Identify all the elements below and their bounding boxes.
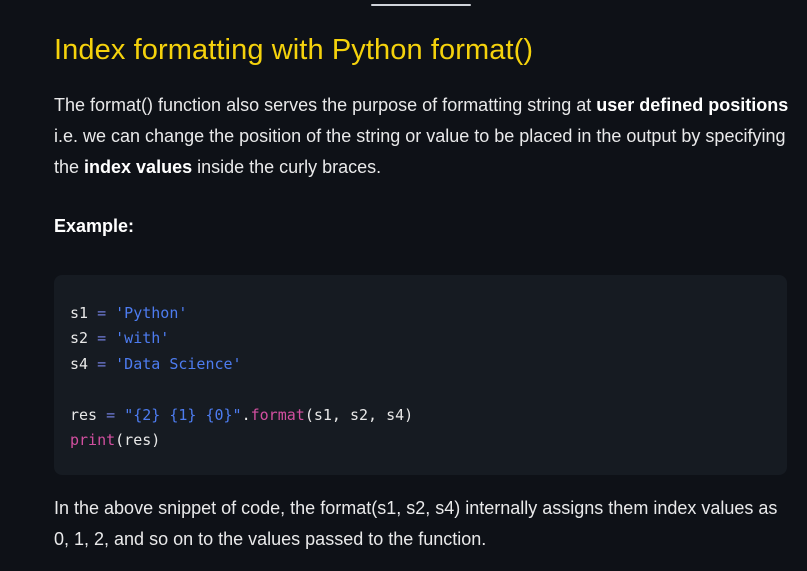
code-string: 'Data Science' <box>115 354 242 373</box>
intro-bold-2: index values <box>84 157 193 177</box>
code-block[interactable]: s1 = 'Python' s2 = 'with' s4 = 'Data Sci… <box>54 275 787 475</box>
code-content: s1 = 'Python' s2 = 'with' s4 = 'Data Sci… <box>70 301 413 453</box>
section-heading: Index formatting with Python format() <box>54 34 534 66</box>
code-operator: = <box>106 405 116 424</box>
code-operator: = <box>97 304 107 322</box>
code-string: 'with' <box>115 329 170 348</box>
code-function: print <box>70 431 116 450</box>
code-dot: . <box>241 405 251 424</box>
top-divider <box>371 4 471 6</box>
example-label: Example: <box>54 216 135 236</box>
code-var: s2 <box>70 329 89 348</box>
code-string: "{2} {1} {0}" <box>124 405 242 424</box>
intro-text-3: inside the curly braces. <box>192 157 382 177</box>
outro-paragraph: In the above snippet of code, the format… <box>54 498 778 549</box>
code-operator: = <box>97 329 107 348</box>
intro-paragraph: The format() function also serves the pu… <box>54 90 794 183</box>
code-args: (s1, s2, s4) <box>304 405 414 424</box>
intro-text-1: The format() function also serves the pu… <box>54 95 597 115</box>
code-operator: = <box>97 354 107 373</box>
code-function: format <box>250 405 305 424</box>
code-var: s4 <box>70 354 89 373</box>
intro-bold-1: user defined positions <box>596 95 789 115</box>
code-var: res <box>70 405 98 424</box>
code-var: s1 <box>70 304 89 322</box>
code-string: 'Python' <box>115 304 188 322</box>
code-args: (res) <box>115 431 161 450</box>
